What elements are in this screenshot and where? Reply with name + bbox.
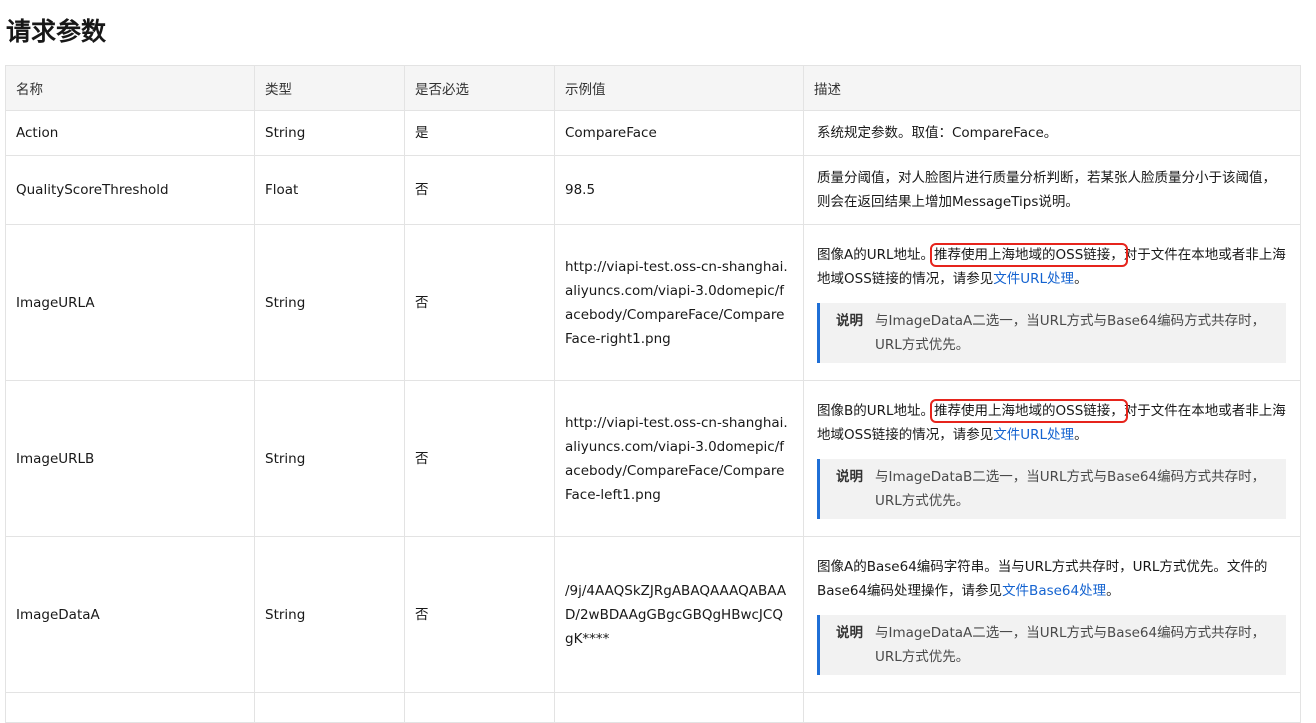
param-type: String: [254, 224, 405, 381]
param-description: 质量分阈值，对人脸图片进行质量分析判断，若某张人脸质量分小于该阈值，则会在返回结…: [803, 155, 1301, 225]
param-required: 否: [404, 380, 555, 537]
param-type: Float: [254, 155, 405, 225]
table-row: ImageURLB String 否 http://viapi-test.oss…: [5, 380, 1301, 537]
desc-end: 。: [1106, 582, 1120, 599]
note-box: 说明 与ImageDataA二选一，当URL方式与Base64编码方式共存时，U…: [817, 614, 1286, 675]
empty-cell: [404, 692, 555, 723]
param-name: ImageDataA: [5, 536, 255, 693]
empty-cell: [254, 692, 405, 723]
param-example: http://viapi-test.oss-cn-shanghai.aliyun…: [554, 380, 804, 537]
param-name: QualityScoreThreshold: [5, 155, 255, 225]
param-name: ImageURLB: [5, 380, 255, 537]
param-required: 否: [404, 536, 555, 693]
note-label: 说明: [836, 312, 863, 329]
param-name: ImageURLA: [5, 224, 255, 381]
table-row: QualityScoreThreshold Float 否 98.5 质量分阈值…: [5, 155, 1301, 225]
description-text: 图像B的URL地址。推荐使用上海地域的OSS链接，对于文件在本地或者非上海地域O…: [817, 398, 1286, 447]
param-example: http://viapi-test.oss-cn-shanghai.aliyun…: [554, 224, 804, 381]
param-description: 图像A的Base64编码字符串。当与URL方式共存时，URL方式优先。文件的Ba…: [803, 536, 1301, 693]
table-row: [5, 692, 1301, 723]
param-name: Action: [5, 110, 255, 156]
params-table: 名称 类型 是否必选 示例值 描述 Action String 是 Compar…: [5, 65, 1301, 723]
description-text: 图像A的Base64编码字符串。当与URL方式共存时，URL方式优先。文件的Ba…: [817, 555, 1286, 603]
col-header-name: 名称: [5, 65, 255, 111]
desc-end: 。: [1074, 426, 1088, 443]
file-base64-link[interactable]: 文件Base64处理: [1002, 583, 1106, 599]
param-type: String: [254, 536, 405, 693]
col-header-type: 类型: [254, 65, 405, 111]
param-description: 图像A的URL地址。推荐使用上海地域的OSS链接，对于文件在本地或者非上海地域O…: [803, 224, 1301, 381]
col-header-example: 示例值: [554, 65, 804, 111]
empty-cell: [5, 692, 255, 723]
param-type: String: [254, 380, 405, 537]
empty-cell: [803, 692, 1301, 723]
desc-end: 。: [1074, 270, 1088, 287]
highlighted-text: 推荐使用上海地域的OSS链接，: [930, 398, 1128, 423]
file-url-link[interactable]: 文件URL处理: [993, 271, 1074, 287]
col-header-description: 描述: [803, 65, 1301, 111]
note-box: 说明 与ImageDataB二选一，当URL方式与Base64编码方式共存时，U…: [817, 458, 1286, 519]
param-description: 系统规定参数。取值：CompareFace。: [803, 110, 1301, 156]
desc-prefix: 图像B的URL地址。: [817, 402, 935, 419]
empty-cell: [554, 692, 804, 723]
note-text: 与ImageDataA二选一，当URL方式与Base64编码方式共存时，URL方…: [875, 312, 1266, 353]
param-required: 是: [404, 110, 555, 156]
param-required: 否: [404, 224, 555, 381]
note-text: 与ImageDataB二选一，当URL方式与Base64编码方式共存时，URL方…: [875, 468, 1266, 509]
param-required: 否: [404, 155, 555, 225]
param-description: 图像B的URL地址。推荐使用上海地域的OSS链接，对于文件在本地或者非上海地域O…: [803, 380, 1301, 537]
param-type: String: [254, 110, 405, 156]
file-url-link[interactable]: 文件URL处理: [993, 427, 1074, 443]
desc-prefix: 图像A的URL地址。: [817, 246, 935, 263]
param-example: CompareFace: [554, 110, 804, 156]
note-text: 与ImageDataA二选一，当URL方式与Base64编码方式共存时，URL方…: [875, 624, 1266, 665]
table-row: ImageURLA String 否 http://viapi-test.oss…: [5, 224, 1301, 381]
table-header-row: 名称 类型 是否必选 示例值 描述: [5, 65, 1301, 111]
param-example: /9j/4AAQSkZJRgABAQAAAQABAAD/2wBDAAgGBgcG…: [554, 536, 804, 693]
description-text: 图像A的URL地址。推荐使用上海地域的OSS链接，对于文件在本地或者非上海地域O…: [817, 242, 1286, 291]
col-header-required: 是否必选: [404, 65, 555, 111]
page-title: 请求参数: [6, 17, 107, 46]
highlighted-text: 推荐使用上海地域的OSS链接，: [930, 242, 1128, 267]
note-label: 说明: [836, 624, 863, 641]
note-box: 说明 与ImageDataA二选一，当URL方式与Base64编码方式共存时，U…: [817, 302, 1286, 363]
note-label: 说明: [836, 468, 863, 485]
param-example: 98.5: [554, 155, 804, 225]
table-row: ImageDataA String 否 /9j/4AAQSkZJRgABAQAA…: [5, 536, 1301, 693]
table-row: Action String 是 CompareFace 系统规定参数。取值：Co…: [5, 110, 1301, 156]
